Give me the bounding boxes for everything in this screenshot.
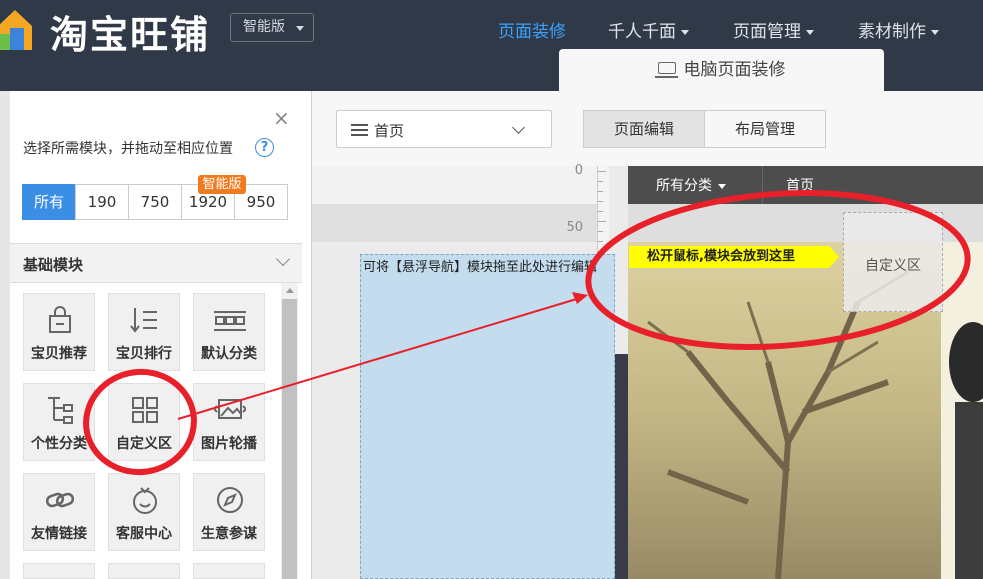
nav-label: 千人千面 [608,22,676,42]
tree-icon [44,394,76,426]
brand-title: 淘宝旺铺 [50,4,210,59]
chevron-down-icon [806,30,814,35]
tab-pc-decorate[interactable]: 电脑页面装修 [559,49,884,91]
ruler-tick [598,221,606,222]
module-label: 宝贝推荐 [24,343,94,363]
chevron-down-icon [296,26,304,31]
ruler-tick [598,241,603,242]
menu-icon [351,124,368,136]
width-filter: 所有 190 750 1920 950 [23,184,288,220]
nav-all-categories[interactable]: 所有分类 [656,175,726,195]
module-item-friend-links[interactable]: 友情链接 [23,473,95,551]
module-label: 自定义区 [109,433,179,453]
carousel-icon [214,394,246,426]
scrollbar[interactable] [281,283,298,579]
canvas-dark-column [615,354,628,579]
nav-page-decorate[interactable]: 页面装修 [498,17,566,42]
chevron-down-icon [276,252,290,266]
nav-personalize[interactable]: 千人千面 [608,17,689,42]
edition-dropdown[interactable]: 智能版 [230,13,314,42]
tab-page-edit[interactable]: 页面编辑 [583,110,705,148]
service-icon [129,484,161,516]
chevron-down-icon [681,30,689,35]
section-title: 基础模块 [23,254,83,275]
module-item-recommend[interactable]: 宝贝推荐 [23,293,95,371]
module-item-ranking[interactable]: 宝贝排行 [108,293,180,371]
ruler-tick [598,231,603,232]
module-item-default-category[interactable]: 默认分类 [193,293,265,371]
edit-mode-tabs: 页面编辑 布局管理 [584,110,826,148]
scrollbar-thumb[interactable] [282,299,297,579]
grid-icon [129,394,161,426]
ruler-label: 50 [553,220,583,235]
nav-label: 所有分类 [656,178,712,194]
smart-edition-badge: 智能版 [198,175,246,194]
dragging-module-ghost[interactable]: 自定义区 [843,212,943,312]
module-label: 默认分类 [194,343,264,363]
nav-label: 页面装修 [498,22,566,42]
ruler-tick [598,181,603,182]
module-item-custom-category[interactable]: 个性分类 [23,383,95,461]
taobao-logo-icon [0,4,36,52]
ruler-tick [598,211,603,212]
ruler-tick [598,191,603,192]
tab-layout-manage[interactable]: 布局管理 [704,110,826,148]
ghost-label: 自定义区 [844,255,942,275]
ruler-tick [598,251,603,252]
module-item-next-row[interactable] [108,563,180,579]
nav-label: 素材制作 [858,22,926,42]
floating-nav-hint: 可将【悬浮导航】模块拖至此处进行编辑 [363,257,613,278]
bag-icon [44,304,76,336]
module-label: 友情链接 [24,523,94,543]
module-item-business-advisor[interactable]: 生意参谋 [193,473,265,551]
module-item-next-row[interactable] [193,563,265,579]
module-label: 生意参谋 [194,523,264,543]
module-item-service-center[interactable]: 客服中心 [108,473,180,551]
edition-label: 智能版 [243,19,285,35]
chevron-down-icon [931,30,939,35]
nav-page-manage[interactable]: 页面管理 [733,17,814,42]
drop-here-hint: 松开鼠标,模块会放到这里 [629,246,829,268]
ruler-tick [598,171,606,172]
compass-icon [214,484,246,516]
nav-divider [762,166,763,204]
module-item-next-row[interactable] [23,563,95,579]
nav-label: 页面管理 [733,22,801,42]
module-label: 个性分类 [24,433,94,453]
panel-edge [0,91,10,579]
module-label: 图片轮播 [194,433,264,453]
scroll-up-arrow-icon[interactable] [286,288,294,293]
width-filter-all[interactable]: 所有 [22,184,76,220]
page-select-value: 首页 [374,120,404,141]
width-filter-190[interactable]: 190 [75,184,129,220]
sort-list-icon [129,304,161,336]
link-icon [44,484,76,516]
category-icon [214,304,246,336]
module-item-carousel[interactable]: 图片轮播 [193,383,265,461]
module-label: 客服中心 [109,523,179,543]
section-basic-modules[interactable]: 基础模块 [10,243,302,283]
panel-hint: 选择所需模块，并拖动至相应位置 [23,138,233,158]
nav-home[interactable]: 首页 [786,175,814,195]
page-select[interactable]: 首页 [336,110,552,148]
chevron-down-icon [718,184,726,189]
width-filter-750[interactable]: 750 [128,184,182,220]
floating-nav-dropzone[interactable]: 可将【悬浮导航】模块拖至此处进行编辑 [360,254,615,579]
module-label: 宝贝排行 [109,343,179,363]
laptop-icon [658,62,676,74]
nav-material[interactable]: 素材制作 [858,17,939,42]
module-item-custom-area[interactable]: 自定义区 [108,383,180,461]
help-icon[interactable]: ? [255,138,274,157]
shop-nav-bar: 所有分类 首页 [628,166,983,204]
ruler-label: 0 [553,163,583,178]
top-nav-bar: 淘宝旺铺 智能版 页面装修 千人千面 页面管理 素材制作 电脑页面装修 [0,0,983,91]
close-icon[interactable]: × [273,108,290,128]
tab-label: 电脑页面装修 [684,60,786,80]
chevron-down-icon [512,121,525,134]
ruler-tick [598,201,603,202]
